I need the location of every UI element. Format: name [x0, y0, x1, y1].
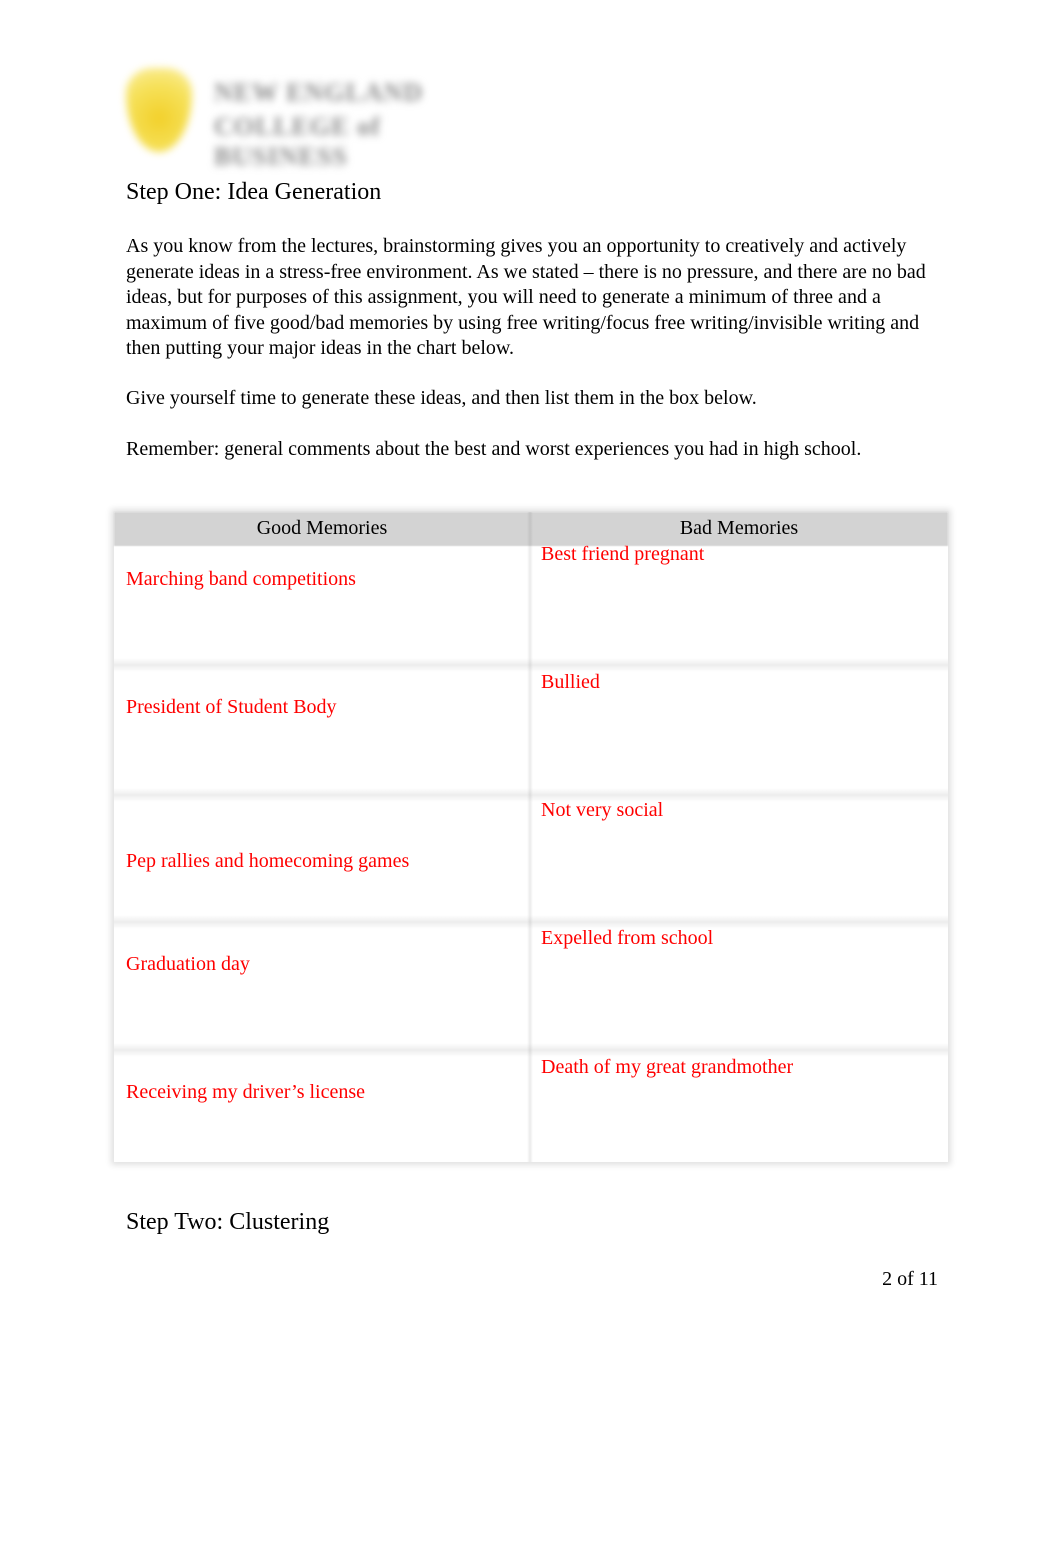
column-divider — [527, 512, 533, 1162]
shield-icon — [126, 68, 192, 152]
step-two-heading: Step Two: Clustering — [126, 1209, 330, 1235]
good-memory-cell[interactable]: Graduation day — [126, 953, 250, 976]
logo-line-1: NEW ENGLAND — [214, 78, 424, 107]
bad-memory-cell[interactable]: Not very social — [541, 799, 663, 822]
good-memory-cell[interactable]: Receiving my driver’s license — [126, 1081, 365, 1104]
bad-memory-cell[interactable]: Death of my great grandmother — [541, 1056, 793, 1079]
good-memory-cell[interactable]: Marching band competitions — [126, 568, 356, 591]
good-memory-cell[interactable]: Pep rallies and homecoming games — [126, 850, 409, 873]
bad-memory-cell[interactable]: Bullied — [541, 671, 600, 694]
header-bad-memories: Bad Memories — [679, 517, 799, 539]
logo-line-2: COLLEGE of BUSINESS — [214, 112, 381, 171]
reminder-paragraph: Remember: general comments about the bes… — [126, 438, 862, 460]
row-divider — [114, 915, 948, 929]
good-memory-cell[interactable]: President of Student Body — [126, 696, 337, 719]
page-number: 2 of 11 — [882, 1268, 938, 1290]
intro-paragraph: As you know from the lectures, brainstor… — [126, 235, 926, 359]
college-logo: NEW ENGLAND COLLEGE of BUSINESS — [120, 60, 510, 171]
row-divider — [114, 658, 948, 672]
row-divider — [114, 788, 948, 802]
instruction-paragraph: Give yourself time to generate these ide… — [126, 387, 757, 409]
step-one-heading: Step One: Idea Generation — [126, 179, 382, 205]
header-good-memories: Good Memories — [256, 517, 388, 539]
row-divider — [114, 1043, 948, 1057]
memories-table: Good Memories Bad Memories Marching band… — [114, 512, 948, 1162]
bad-memory-cell[interactable]: Best friend pregnant — [541, 543, 704, 566]
bad-memory-cell[interactable]: Expelled from school — [541, 927, 713, 950]
